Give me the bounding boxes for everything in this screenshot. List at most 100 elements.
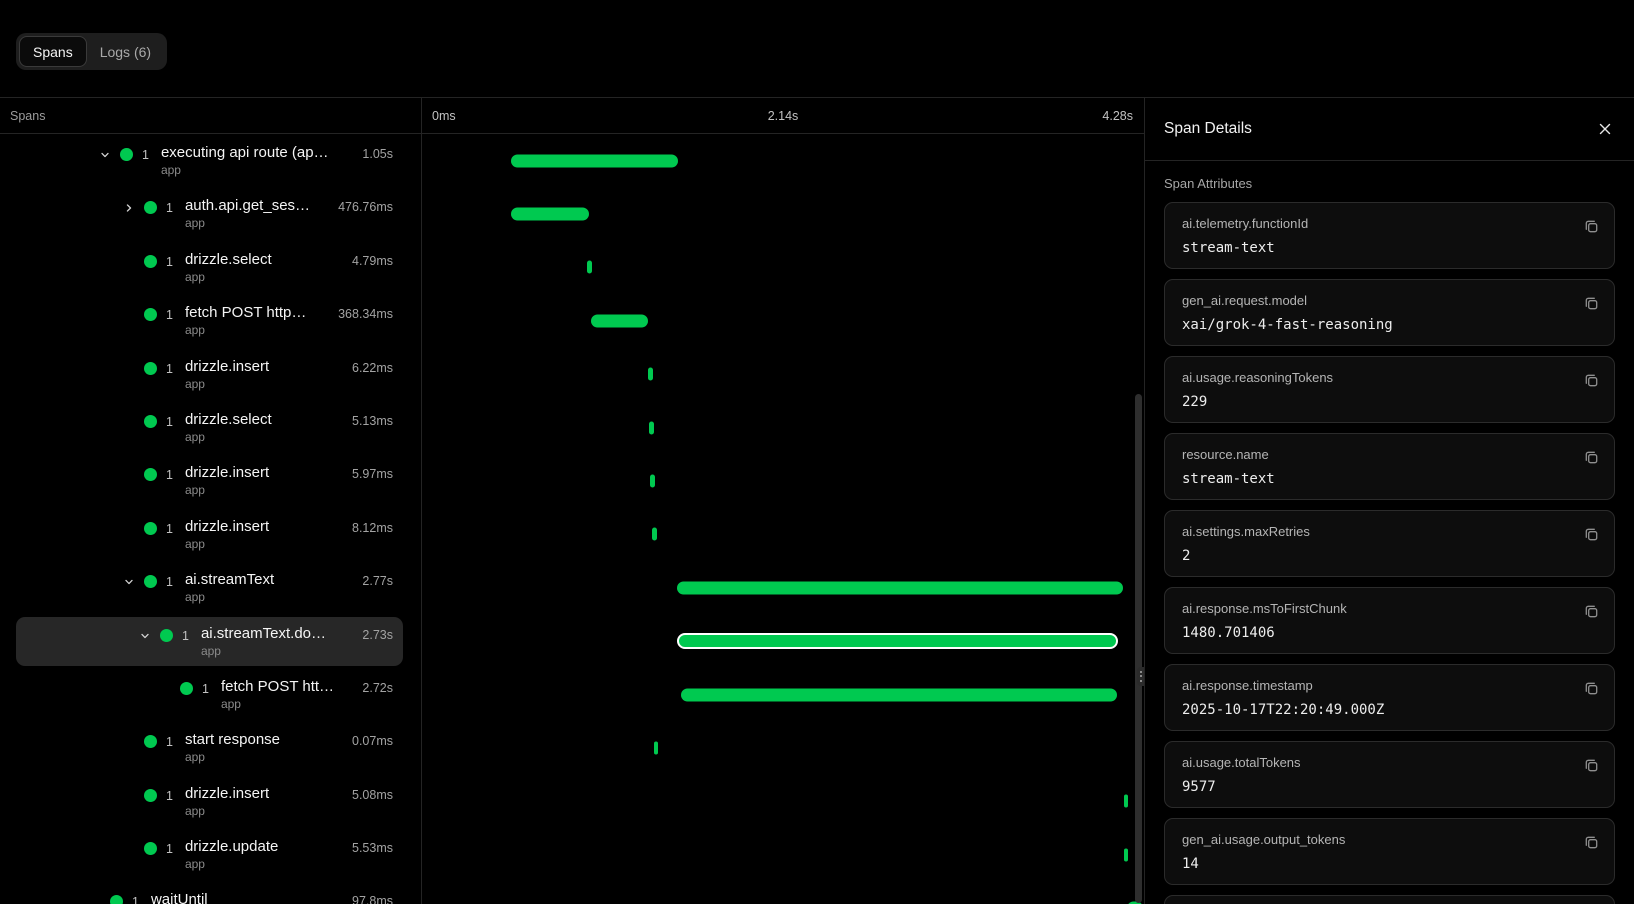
span-bar[interactable]	[587, 261, 592, 274]
span-bar[interactable]	[650, 475, 655, 488]
status-dot-icon	[144, 789, 157, 802]
copy-button[interactable]	[1579, 599, 1603, 623]
span-details-header: Span Details	[1145, 98, 1634, 161]
attribute-key: ai.settings.maxRetries	[1182, 524, 1566, 540]
timeline-row[interactable]	[422, 828, 1144, 881]
attribute-card: ai.usage.totalTokens 9577	[1164, 741, 1615, 808]
attribute-key: ai.usage.totalTokens	[1182, 755, 1566, 771]
copy-button[interactable]	[1579, 445, 1603, 469]
timeline-row[interactable]	[422, 508, 1144, 561]
timeline-row[interactable]	[422, 615, 1144, 668]
span-row[interactable]: 1 waitUntil app 97.8ms	[0, 881, 421, 904]
timeline-row[interactable]	[422, 454, 1144, 507]
copy-button[interactable]	[1579, 676, 1603, 700]
status-dot-icon	[144, 362, 157, 375]
span-row[interactable]: 1 ai.streamText app 2.77s	[0, 561, 421, 614]
attribute-card: ai.settings.maxRetries 2	[1164, 510, 1615, 577]
span-service: app	[185, 803, 269, 820]
attribute-card: resource.name stream-text	[1164, 433, 1615, 500]
timeline-row[interactable]	[422, 134, 1144, 187]
span-row[interactable]: 1 auth.api.get_ses… app 476.76ms	[0, 187, 421, 240]
timeline-row[interactable]	[422, 775, 1144, 828]
span-bar[interactable]	[677, 581, 1123, 594]
span-row[interactable]: 1 executing api route (ap… app 1.05s	[0, 134, 421, 187]
timeline-vertical-scrollbar[interactable]	[1135, 394, 1142, 903]
span-name-block: drizzle.select app	[185, 410, 272, 446]
status-dot-icon	[144, 308, 157, 321]
span-bar[interactable]	[511, 154, 678, 167]
span-bar[interactable]	[1124, 848, 1128, 861]
span-bar[interactable]	[648, 368, 653, 381]
copy-button[interactable]	[1579, 291, 1603, 315]
span-bar[interactable]	[649, 421, 654, 434]
span-count: 1	[166, 575, 173, 589]
span-duration: 1.05s	[362, 147, 393, 161]
span-bar[interactable]	[591, 314, 648, 327]
span-name: drizzle.update	[185, 837, 278, 856]
span-bar[interactable]	[1124, 795, 1128, 808]
panel-resize-handle[interactable]	[1137, 667, 1144, 686]
close-button[interactable]	[1590, 114, 1620, 144]
attribute-value: 2025-10-17T22:20:49.000Z	[1182, 702, 1566, 718]
timeline-row[interactable]	[422, 241, 1144, 294]
attribute-key: ai.response.msToFirstChunk	[1182, 601, 1566, 617]
attribute-key: gen_ai.request.model	[1182, 293, 1566, 309]
span-bar[interactable]	[681, 688, 1117, 701]
attribute-value: 2	[1182, 548, 1566, 564]
timeline-row[interactable]	[422, 721, 1144, 774]
span-row[interactable]: 1 drizzle.insert app 8.12ms	[0, 508, 421, 561]
timeline-row[interactable]	[422, 881, 1144, 904]
copy-button[interactable]	[1579, 368, 1603, 392]
span-row[interactable]: 1 drizzle.insert app 5.08ms	[0, 775, 421, 828]
timeline-row[interactable]	[422, 294, 1144, 347]
span-duration: 6.22ms	[352, 361, 393, 375]
span-row-content: 1 drizzle.insert app 5.08ms	[144, 784, 393, 820]
chevron-icon[interactable]	[98, 148, 112, 162]
span-row[interactable]: 1 drizzle.update app 5.53ms	[0, 828, 421, 881]
status-dot-icon	[120, 148, 133, 161]
span-duration: 2.77s	[362, 574, 393, 588]
span-row[interactable]: 1 drizzle.select app 4.79ms	[0, 241, 421, 294]
span-bar[interactable]	[654, 741, 658, 754]
attribute-key: ai.response.timestamp	[1182, 678, 1566, 694]
span-name-block: drizzle.update app	[185, 837, 278, 873]
span-count: 1	[166, 735, 173, 749]
copy-icon	[1583, 757, 1600, 774]
timeline-row[interactable]	[422, 401, 1144, 454]
span-name-block: drizzle.insert app	[185, 784, 269, 820]
span-row-selected[interactable]: 1 ai.streamText.do… app 2.73s	[0, 615, 421, 668]
tab-logs-6[interactable]: Logs (6)	[87, 36, 164, 67]
copy-icon	[1583, 372, 1600, 389]
status-dot-icon	[144, 575, 157, 588]
chevron-icon[interactable]	[122, 201, 136, 215]
span-row-content: 1 drizzle.insert app 8.12ms	[144, 517, 393, 553]
timeline-row[interactable]	[422, 561, 1144, 614]
span-duration: 0.07ms	[352, 734, 393, 748]
attribute-key: ai.telemetry.functionId	[1182, 216, 1566, 232]
span-bar[interactable]	[511, 208, 589, 221]
axis-tick-start: 0ms	[432, 98, 456, 134]
chevron-icon[interactable]	[122, 575, 136, 589]
timeline-row[interactable]	[422, 348, 1144, 401]
span-row[interactable]: 1 drizzle.insert app 5.97ms	[0, 454, 421, 507]
copy-icon	[1583, 449, 1600, 466]
axis-tick-middle: 2.14s	[768, 98, 799, 134]
span-row[interactable]: 1 drizzle.insert app 6.22ms	[0, 348, 421, 401]
attribute-value: xai/grok-4-fast-reasoning	[1182, 317, 1566, 333]
span-bar[interactable]	[652, 528, 657, 541]
span-row[interactable]: 1 drizzle.select app 5.13ms	[0, 401, 421, 454]
span-row[interactable]: 1 start response app 0.07ms	[0, 721, 421, 774]
timeline-row[interactable]	[422, 668, 1144, 721]
copy-button[interactable]	[1579, 522, 1603, 546]
span-row[interactable]: 1 fetch POST htt… app 2.72s	[0, 668, 421, 721]
span-bar[interactable]	[677, 633, 1118, 649]
timeline-row[interactable]	[422, 187, 1144, 240]
copy-button[interactable]	[1579, 753, 1603, 777]
copy-button[interactable]	[1579, 830, 1603, 854]
chevron-icon[interactable]	[138, 629, 152, 643]
tab-spans[interactable]: Spans	[19, 36, 87, 67]
span-name: ai.streamText	[185, 570, 274, 589]
span-count: 1	[166, 842, 173, 856]
copy-button[interactable]	[1579, 214, 1603, 238]
span-row[interactable]: 1 fetch POST http… app 368.34ms	[0, 294, 421, 347]
